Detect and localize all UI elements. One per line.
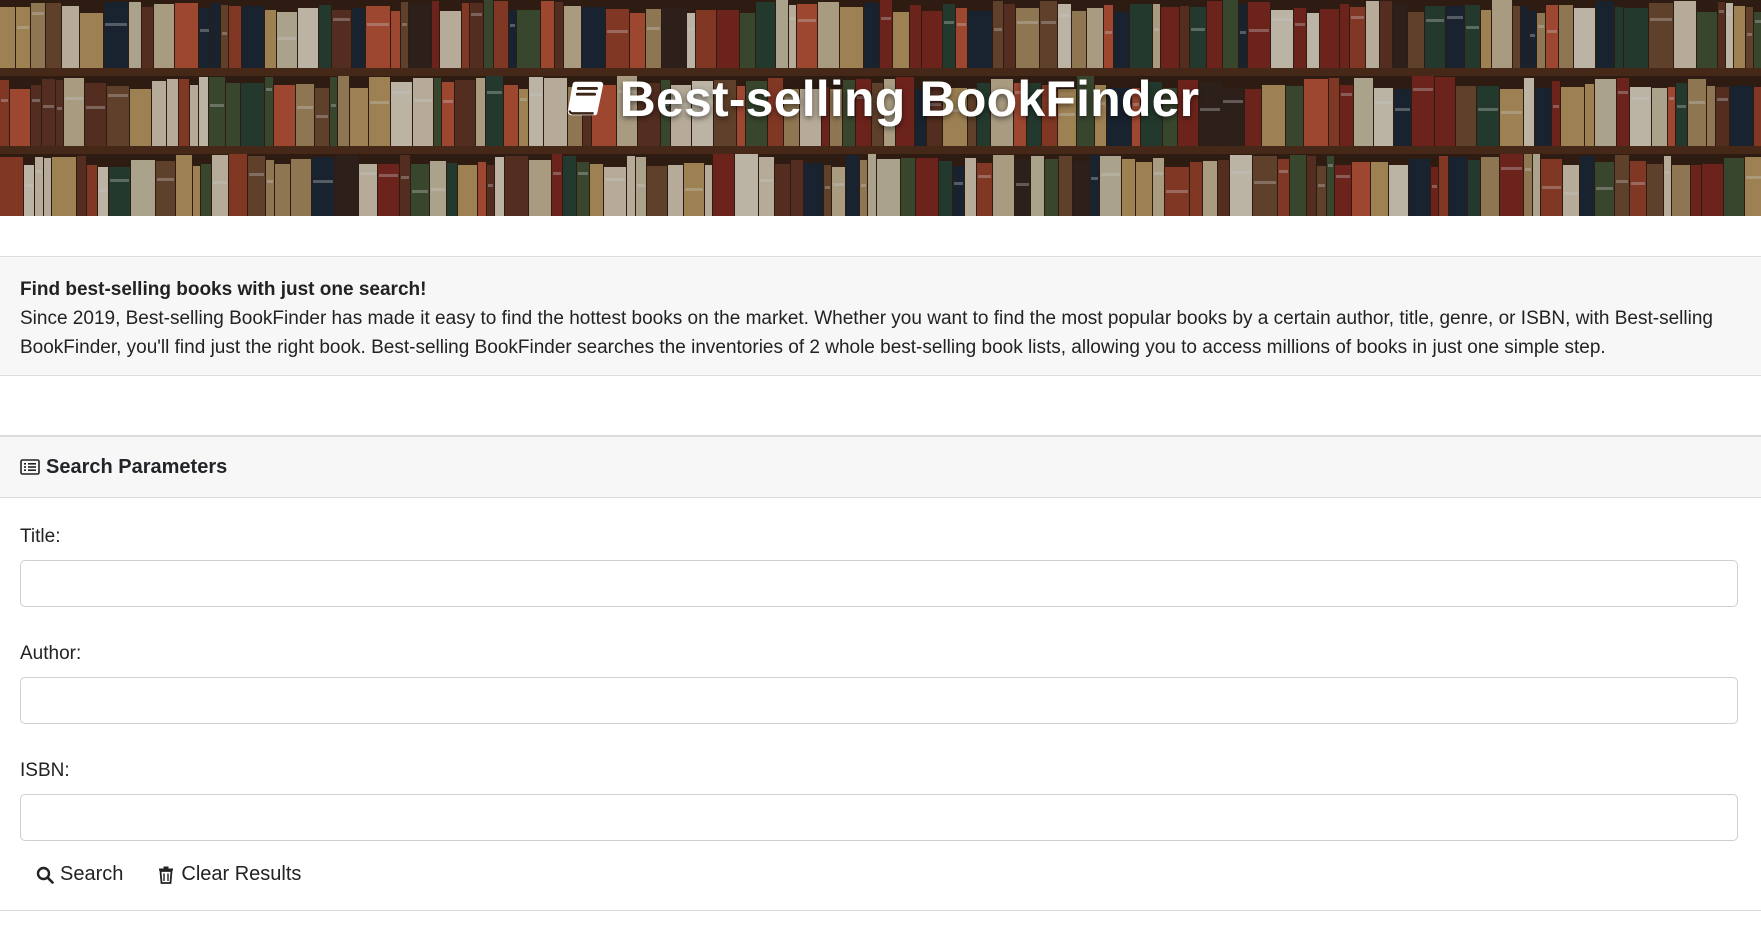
book-icon — [567, 81, 603, 116]
search-card: Search Parameters Title: Author: ISBN: S… — [0, 435, 1761, 911]
trash-icon — [159, 866, 174, 884]
intro-body: Since 2019, Best-selling BookFinder has … — [20, 308, 1713, 358]
search-button-label: Search — [60, 863, 124, 885]
search-card-header: Search Parameters — [0, 437, 1761, 498]
form-actions: Search Clear Results — [20, 863, 1741, 886]
author-label: Author: — [20, 643, 82, 664]
search-form: Title: Author: ISBN: Search Clear Result… — [0, 498, 1761, 886]
page-title-text: Best-selling BookFinder — [619, 71, 1200, 127]
clear-results-button[interactable]: Clear Results — [157, 863, 301, 886]
clear-results-button-label: Clear Results — [181, 863, 302, 885]
search-icon — [36, 866, 54, 884]
author-input[interactable] — [20, 677, 1738, 724]
search-card-title: Search Parameters — [46, 455, 228, 478]
title-label: Title: — [20, 526, 61, 547]
intro-lead: Find best-selling books with just one se… — [20, 279, 427, 300]
title-input[interactable] — [20, 560, 1738, 607]
list-alt-icon — [20, 459, 40, 475]
isbn-label: ISBN: — [20, 760, 70, 781]
hero-banner: Best-selling BookFinder — [0, 0, 1761, 216]
isbn-input[interactable] — [20, 794, 1738, 841]
search-button[interactable]: Search — [36, 863, 123, 886]
intro-panel: Find best-selling books with just one se… — [0, 256, 1761, 376]
page-title: Best-selling BookFinder — [0, 70, 1761, 128]
